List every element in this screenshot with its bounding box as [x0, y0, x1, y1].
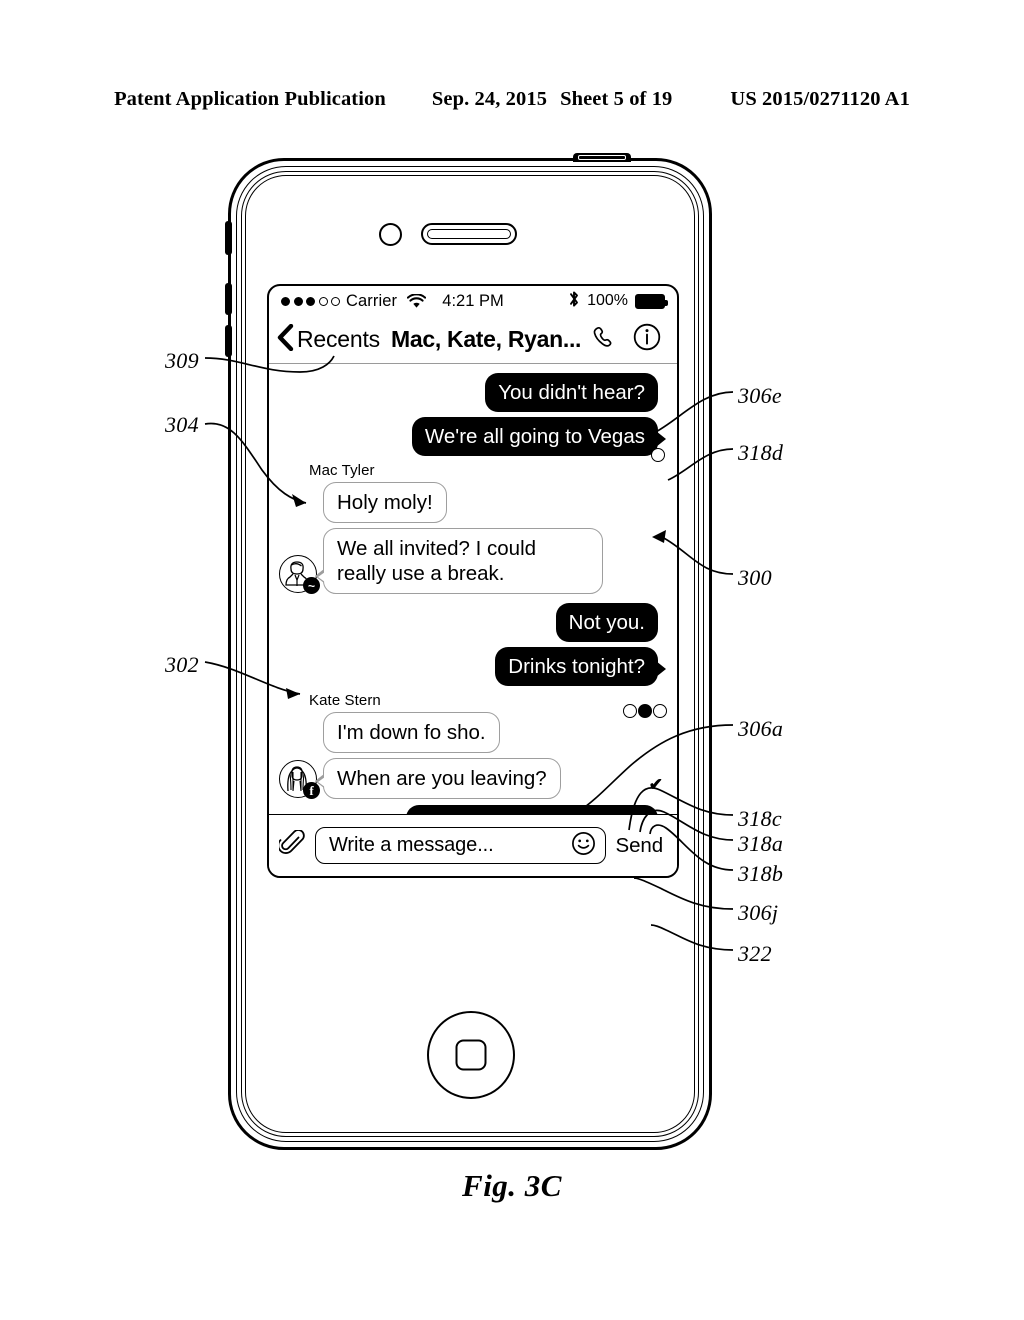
message-row: Drinks tonight? — [279, 647, 667, 686]
message-input-bar: Write a message... Send — [269, 814, 677, 876]
device-screen: Carrier 4:21 PM 100% Recents Mac, Kate, … — [267, 284, 679, 878]
message-bubble-incoming[interactable]: I'm down fo sho. — [323, 712, 500, 753]
sender-name-label: Kate Stern — [309, 692, 381, 709]
reference-numeral-302: 302 — [165, 652, 199, 677]
message-row: f When are you leaving? — [279, 758, 667, 799]
read-receipt-avatar-icon — [651, 448, 665, 462]
message-row: Holy moly! — [279, 482, 667, 523]
message-input-field[interactable]: Write a message... — [315, 827, 606, 864]
volume-down-button[interactable] — [225, 325, 232, 357]
delivered-check-icon: ✔ — [648, 775, 663, 794]
back-button[interactable]: Recents — [277, 323, 380, 356]
reference-numeral-306j: 306j — [738, 900, 779, 925]
front-camera-icon — [379, 223, 402, 246]
status-bar: Carrier 4:21 PM 100% — [269, 286, 677, 316]
read-receipt-avatar-icon — [653, 704, 667, 718]
message-bubble-outgoing[interactable]: You didn't hear? — [485, 373, 658, 412]
reference-numeral-309: 309 — [165, 348, 199, 373]
read-receipt-group[interactable] — [623, 704, 667, 718]
message-bubble-incoming[interactable]: Holy moly! — [323, 482, 447, 523]
reference-numeral-318b: 318b — [738, 861, 784, 886]
earpiece-speaker — [421, 223, 517, 245]
message-row: You didn't hear? — [279, 373, 667, 412]
phone-handset-icon[interactable] — [592, 325, 617, 355]
message-bubble-outgoing[interactable]: Not you. — [555, 603, 658, 642]
phone-device: Carrier 4:21 PM 100% Recents Mac, Kate, … — [225, 153, 712, 1150]
publication-header: Patent Application Publication Sep. 24, … — [0, 88, 1024, 111]
read-receipt-avatar-icon — [623, 704, 637, 718]
carrier-label: Carrier — [346, 291, 398, 310]
wifi-icon — [407, 293, 427, 309]
publication-number: US 2015/0271120 A1 — [730, 88, 910, 110]
message-bubble-outgoing[interactable]: Drinks tonight? — [495, 647, 666, 686]
message-row: Not you. — [279, 603, 667, 642]
signal-strength-icon — [281, 296, 340, 306]
power-button[interactable] — [573, 153, 631, 162]
silent-switch[interactable] — [225, 221, 232, 255]
reference-numeral-318a: 318a — [738, 831, 784, 856]
sender-name-label: Mac Tyler — [309, 462, 375, 479]
reference-numeral-322: 322 — [738, 941, 772, 966]
reference-numeral-300: 300 — [738, 565, 772, 590]
battery-percent-label: 100% — [587, 292, 628, 309]
message-bubble-outgoing[interactable]: We're all going to Vegas — [411, 417, 667, 456]
conversation-title: Mac, Kate, Ryan... — [390, 326, 582, 352]
read-receipt-single[interactable] — [651, 448, 665, 462]
back-button-label: Recents — [297, 326, 380, 352]
info-circle-icon[interactable] — [633, 323, 661, 356]
navigation-bar: Recents Mac, Kate, Ryan... — [269, 316, 677, 364]
reference-numeral-318c: 318c — [738, 806, 782, 831]
home-button-square-icon — [455, 1039, 487, 1071]
bluetooth-icon — [568, 290, 580, 313]
battery-icon — [635, 293, 668, 309]
publication-title: Patent Application Publication — [114, 88, 386, 110]
message-row: ~ We all invited? I could really use a b… — [279, 528, 667, 594]
chevron-left-icon — [277, 323, 294, 356]
message-row: I'm down fo sho. — [279, 712, 667, 753]
message-row: We're all going to Vegas — [279, 417, 667, 456]
figure-caption: Fig. 3C — [462, 1168, 562, 1203]
reference-numeral-318d: 318d — [738, 440, 784, 465]
message-bubble-incoming[interactable]: We all invited? I could really use a bre… — [315, 528, 603, 594]
publication-sheet: Sheet 5 of 19 — [560, 88, 673, 110]
reference-numeral-306a: 306a — [738, 716, 784, 741]
read-receipt-avatar-icon — [638, 704, 652, 718]
home-button[interactable] — [427, 1011, 515, 1099]
send-button[interactable]: Send — [616, 834, 667, 858]
publication-date: Sep. 24, 2015 — [431, 88, 548, 110]
message-input-placeholder: Write a message... — [329, 834, 494, 856]
avatar[interactable]: f — [279, 760, 320, 799]
volume-up-button[interactable] — [225, 283, 232, 315]
avatar[interactable]: ~ — [279, 555, 320, 594]
paperclip-icon[interactable] — [277, 828, 305, 862]
reference-numeral-304: 304 — [165, 412, 199, 437]
conversation-thread[interactable]: You didn't hear? We're all going to Vega… — [269, 364, 677, 869]
smiley-icon[interactable] — [571, 831, 596, 861]
message-bubble-incoming[interactable]: When are you leaving? — [315, 758, 561, 799]
reference-numeral-306e: 306e — [738, 383, 782, 408]
